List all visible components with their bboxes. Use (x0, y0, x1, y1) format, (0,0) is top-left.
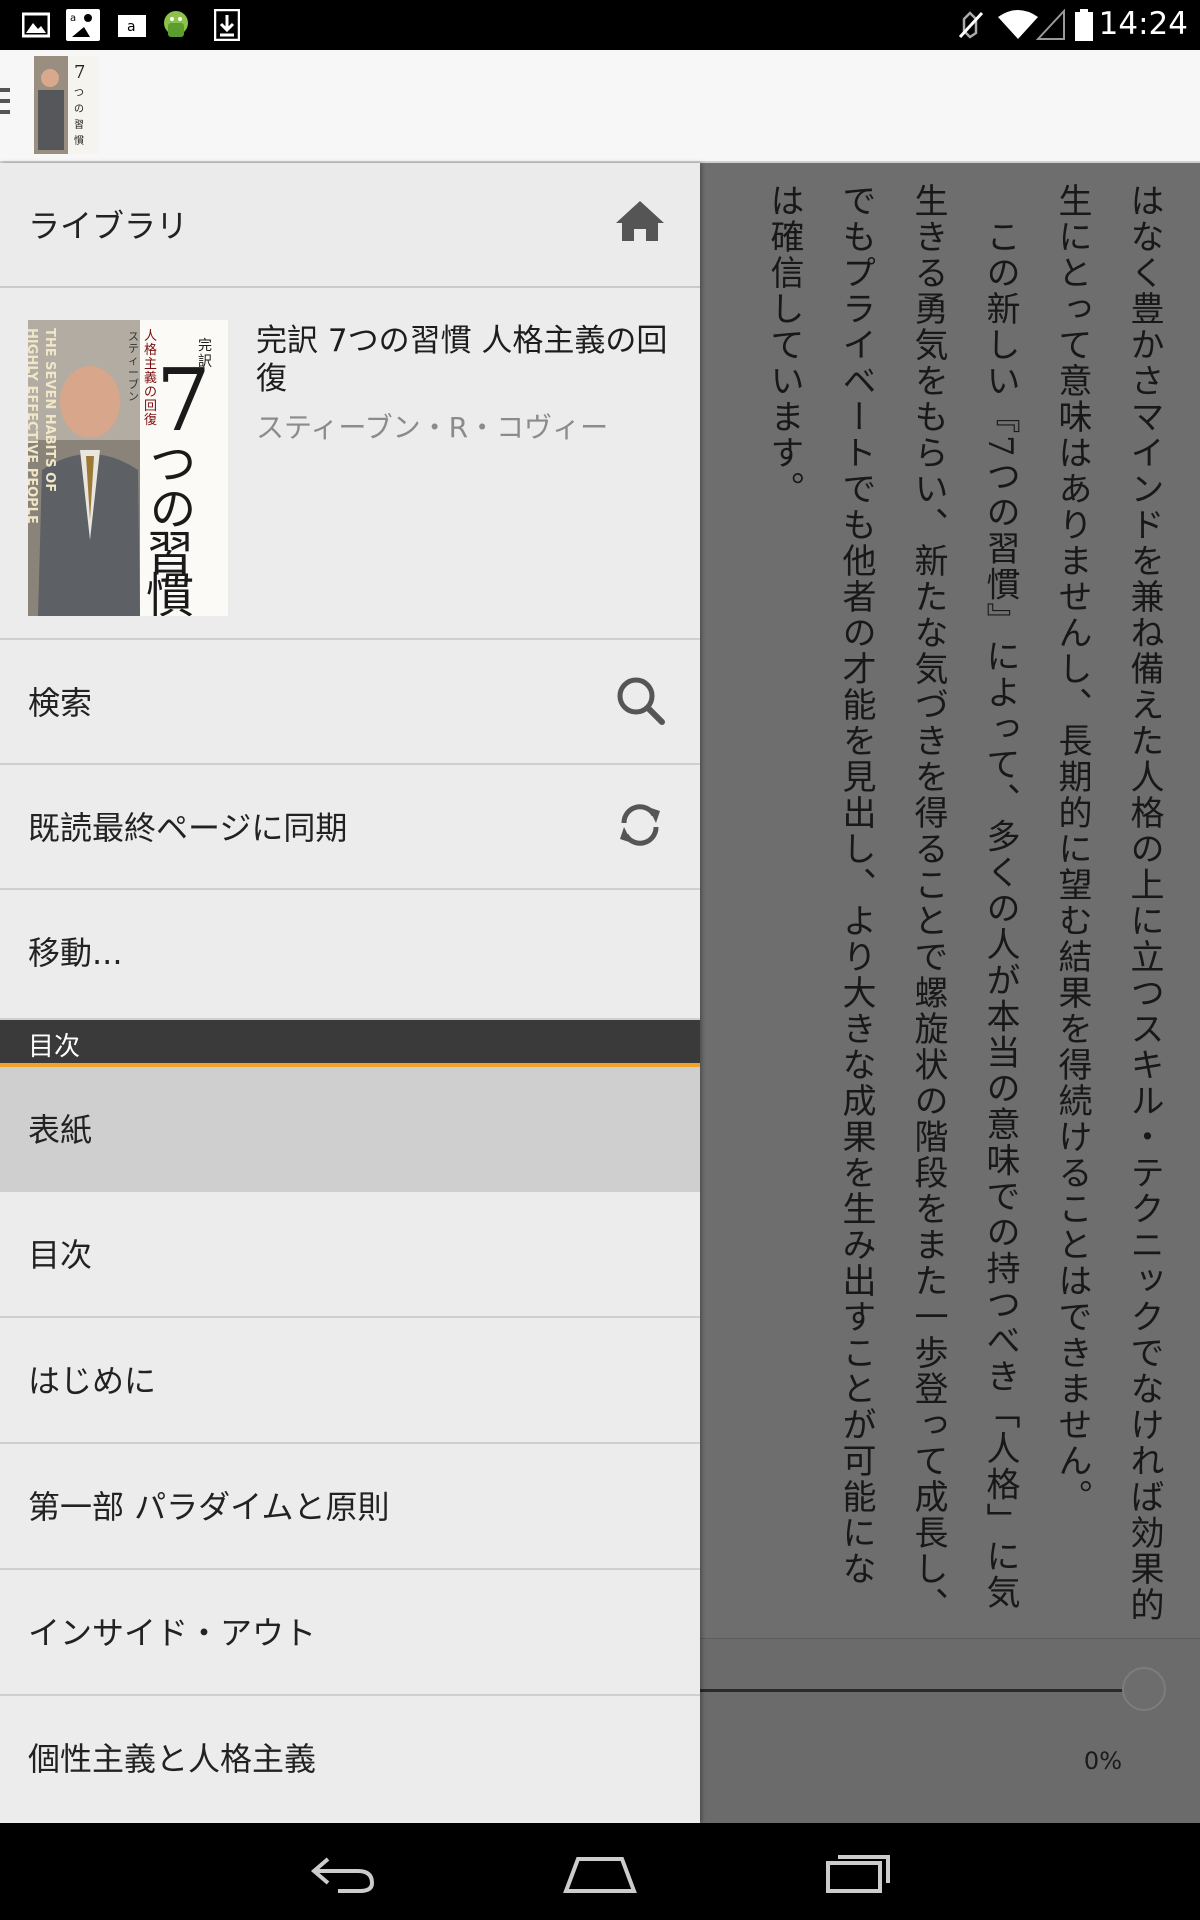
svg-text:格: 格 (144, 342, 157, 358)
reader-column: 生にとって意味はありませんし、長期的に望む結果を得続けることはできません。 (1052, 183, 1092, 1515)
toc-item-label: 個性主義と人格主義 (28, 1740, 317, 1778)
book-title: 完訳 7つの習慣 人格主義の回復 (256, 323, 668, 397)
signal-icon (1036, 9, 1065, 40)
toc-item-inside-out[interactable]: インサイド・アウト (0, 1570, 700, 1696)
toc-item-label: 表紙 (28, 1111, 93, 1149)
sync-label: 既読最終ページに同期 (28, 809, 348, 847)
toc-item-contents[interactable]: 目次 (0, 1192, 700, 1318)
battery-icon (1075, 9, 1093, 41)
svg-text:ブ: ブ (128, 377, 139, 391)
goto-button[interactable]: 移動... (0, 890, 700, 1020)
book-cover: 完 訳 7 つ の 習 慣 人格主 義の回復 スティ ーブン THE SEVEN… (28, 320, 228, 616)
svg-text:復: 復 (144, 412, 157, 428)
toc-item-label: はじめに (28, 1362, 157, 1400)
recent-apps-icon[interactable] (822, 1845, 894, 1897)
progress-slider-thumb[interactable] (1122, 1667, 1166, 1711)
svg-text:ン: ン (128, 390, 139, 403)
sync-icon (620, 804, 660, 846)
book-author: スティーブン・R・コヴィー (256, 411, 609, 444)
toc-item-part-one[interactable]: 第一部 パラダイムと原則 (0, 1444, 700, 1570)
library-button[interactable]: ライブラリ (0, 163, 700, 288)
wifi-icon (998, 10, 1038, 39)
home-icon (616, 201, 664, 241)
search-label: 検索 (28, 684, 93, 722)
status-bar: a a 14:24 (0, 0, 1200, 50)
android-icon (164, 11, 188, 37)
svg-text:人: 人 (144, 329, 157, 344)
search-button[interactable]: 検索 (0, 640, 700, 765)
progress-slider-track[interactable] (700, 1689, 1145, 1692)
library-label: ライブラリ (28, 207, 189, 245)
amazon-store-icon: a (118, 15, 146, 37)
action-bar: 7 つ の 習 慣 (0, 50, 1200, 163)
svg-text:慣: 慣 (74, 134, 84, 147)
sync-last-page-button[interactable]: 既読最終ページに同期 (0, 765, 700, 890)
mute-icon (958, 11, 984, 39)
toc-item-label: インサイド・アウト (28, 1614, 317, 1652)
toc-header-label: 目次 (28, 1032, 81, 1062)
reader-column: でもプライベートでも他者の才能を見出し、より大きな成果を生み出すことが可能にな (836, 183, 876, 1587)
toc-item-introduction[interactable]: はじめに (0, 1318, 700, 1444)
svg-text:慣: 慣 (146, 568, 194, 616)
toc-item-personality-character[interactable]: 個性主義と人格主義 (0, 1696, 700, 1823)
navigation-bar (0, 1823, 1200, 1920)
search-icon (617, 677, 665, 725)
svg-text:a: a (70, 13, 76, 24)
svg-text:習: 習 (74, 119, 84, 131)
svg-text:の: の (144, 385, 157, 400)
svg-text:HIGHLY EFFECTIVE PEOPLE: HIGHLY EFFECTIVE PEOPLE (28, 328, 39, 524)
home-icon[interactable] (562, 1845, 638, 1897)
download-icon (214, 9, 240, 41)
kindle-reader-icon: a (66, 9, 100, 41)
progress-panel: 0% (700, 1638, 1200, 1823)
toc-section-header: 目次 (0, 1020, 700, 1067)
menu-icon[interactable] (0, 88, 10, 118)
svg-text:つ: つ (74, 88, 84, 99)
book-thumbnail[interactable]: 7 つ の 習 慣 (34, 56, 98, 154)
navigation-drawer: ライブラリ 完 訳 7 つ の 習 慣 人格主 義の回復 ス テ ィ ー ブ ン… (0, 163, 700, 1823)
reader-text: はなく豊かさマインドを兼ね備えた人格の上に立つスキル・テクニックでなければ効果的… (748, 183, 1180, 1643)
book-info: 完 訳 7 つ の 習 慣 人格主 義の回復 スティ ーブン THE SEVEN… (0, 288, 700, 640)
clock: 14:24 (1098, 6, 1188, 42)
reader-column: この新しい『7つの習慣』によって、多くの人が本当の意味での持つべき「人格」に気 (980, 183, 1020, 1611)
svg-text:義: 義 (144, 370, 157, 386)
progress-percentage: 0% (1083, 1747, 1122, 1775)
svg-text:THE SEVEN HABITS OF: THE SEVEN HABITS OF (42, 328, 57, 492)
gallery-icon (22, 12, 50, 38)
back-icon[interactable] (308, 1845, 378, 1897)
svg-text:主: 主 (144, 357, 157, 372)
reader-column: はなく豊かさマインドを兼ね備えた人格の上に立つスキル・テクニックでなければ効果的 (1124, 183, 1164, 1623)
svg-text:の: の (74, 104, 84, 115)
reader-column: は確信しています。 (764, 183, 804, 507)
goto-label: 移動... (28, 934, 123, 972)
svg-text:a: a (127, 19, 136, 35)
reader-column: 生きる勇気をもらい、新たな気づきを得ることで螺旋状の階段をまた一歩登って成長し、 (908, 183, 948, 1623)
toc-item-cover[interactable]: 表紙 (0, 1067, 700, 1192)
svg-text:7: 7 (156, 351, 211, 451)
svg-text:回: 回 (144, 399, 157, 414)
reader-pane[interactable]: はなく豊かさマインドを兼ね備えた人格の上に立つスキル・テクニックでなければ効果的… (700, 163, 1200, 1823)
toc-item-label: 目次 (28, 1236, 93, 1274)
toc-item-label: 第一部 パラダイムと原則 (28, 1488, 390, 1526)
svg-text:7: 7 (74, 62, 85, 83)
